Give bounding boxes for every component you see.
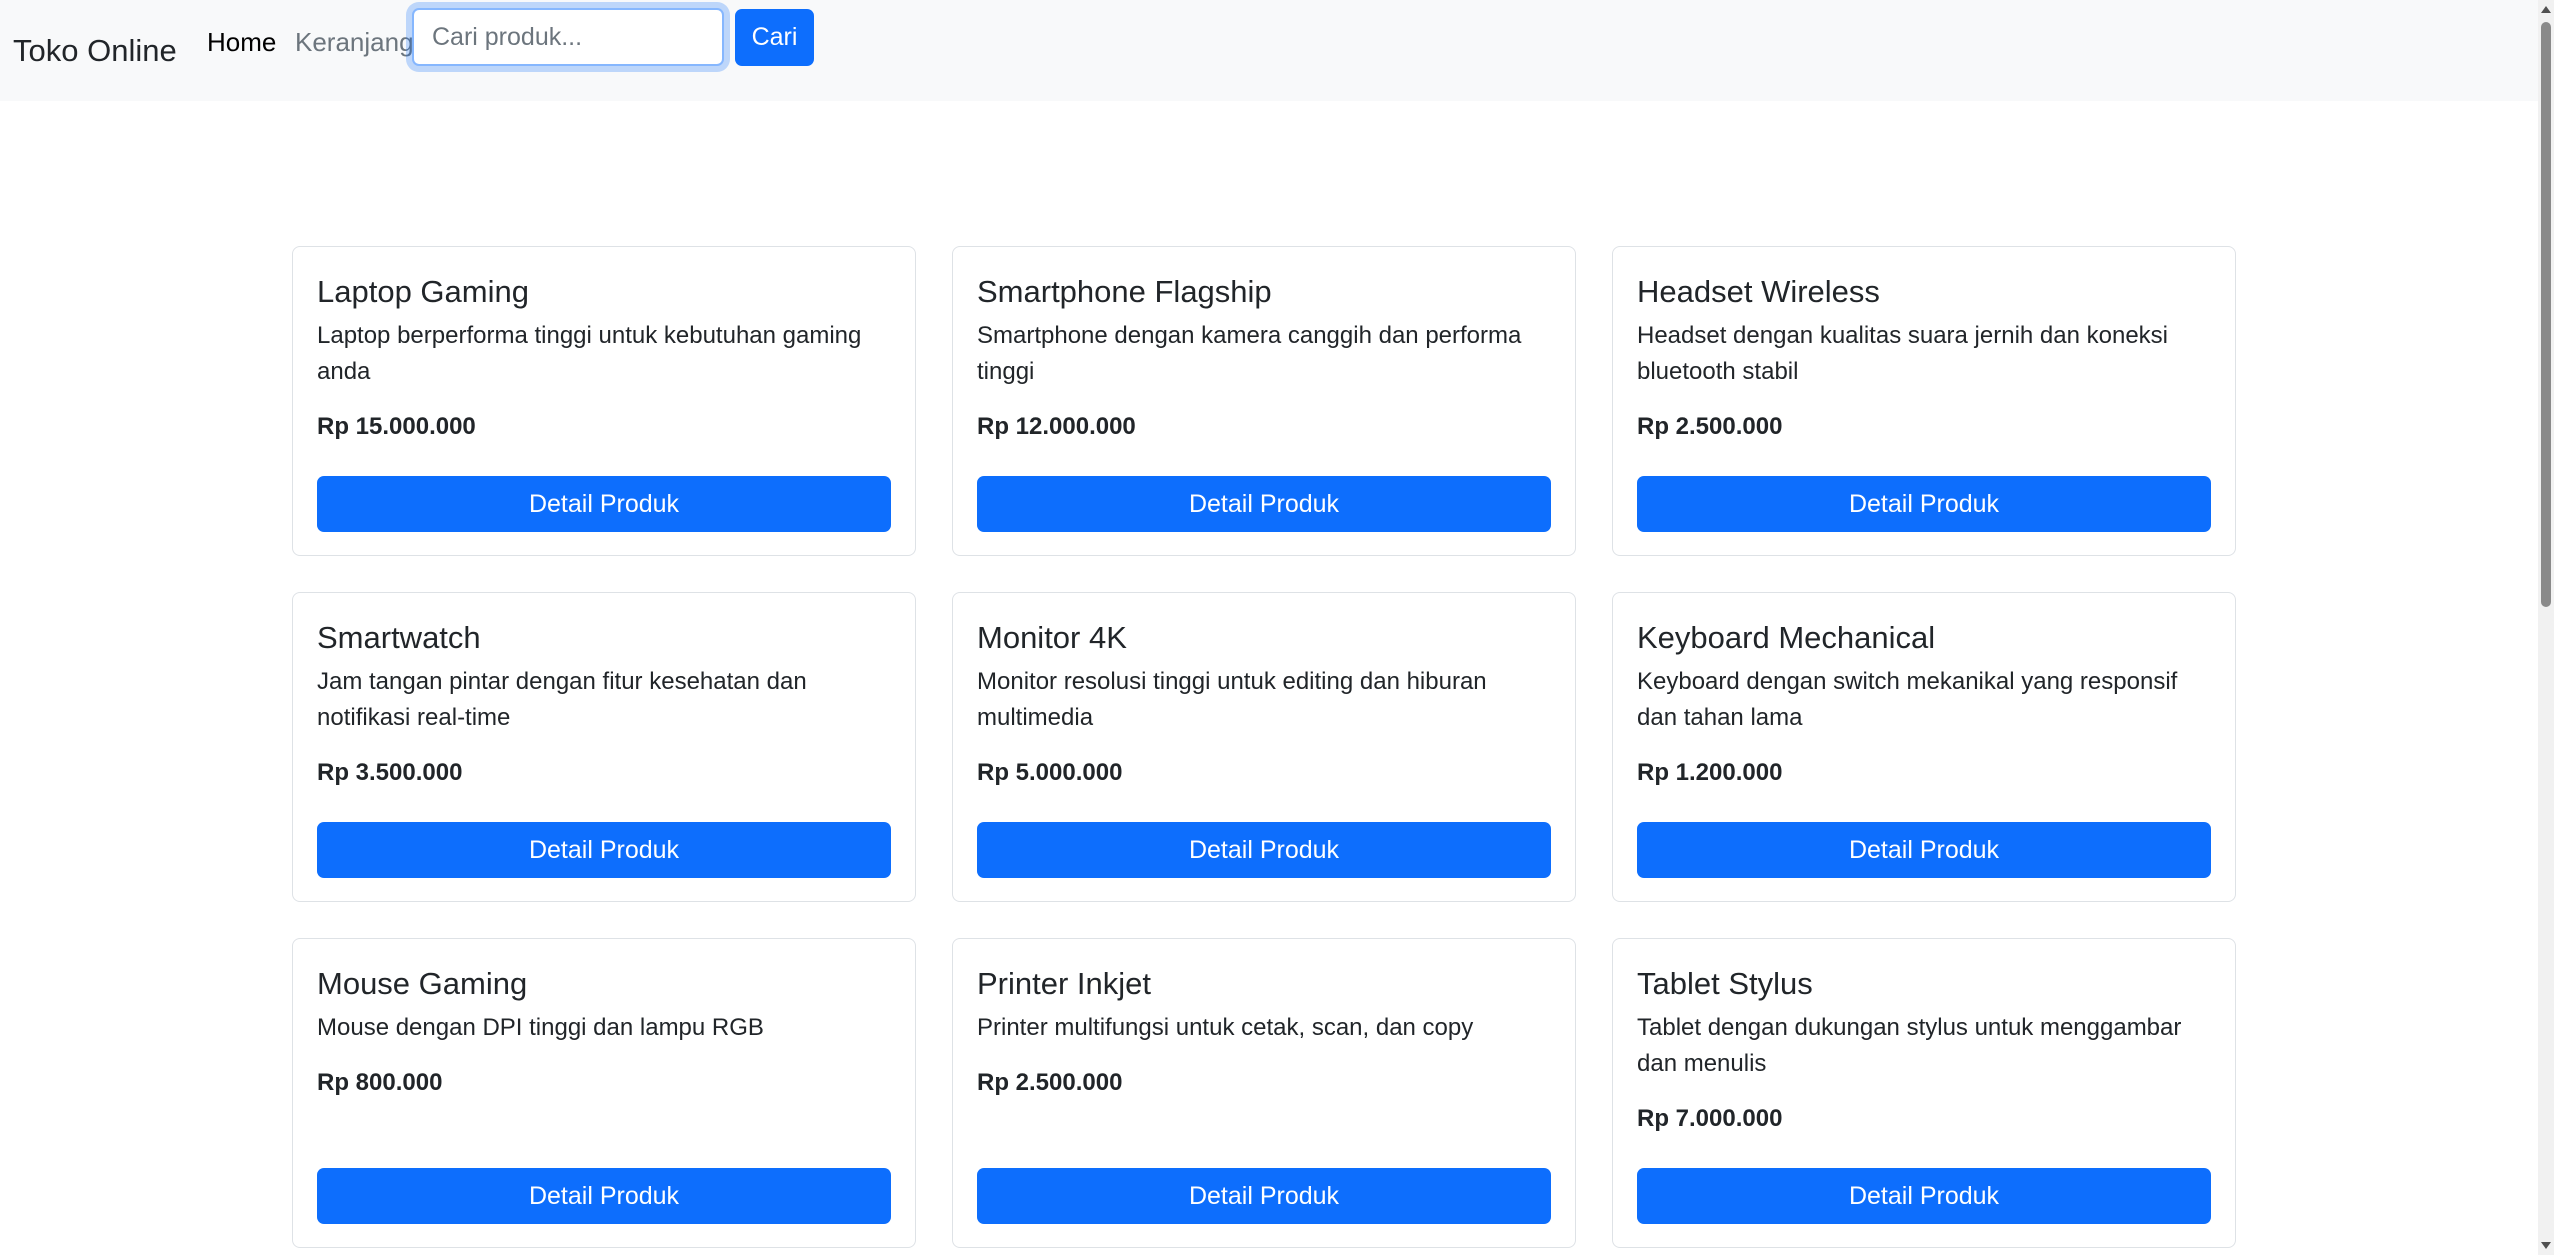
product-price: Rp 2.500.000 [977,1069,1123,1096]
product-description: Jam tangan pintar dengan fitur kesehatan… [317,668,807,731]
detail-product-button[interactable]: Detail Produk [977,1168,1551,1224]
product-card: Smartwatch Jam tangan pintar dengan fitu… [292,592,916,902]
product-description: Printer multifungsi untuk cetak, scan, d… [977,1014,1474,1041]
scrollbar-thumb[interactable] [2541,22,2551,607]
product-title: Smartwatch [317,620,481,655]
nav-link-home[interactable]: Home [207,24,276,60]
detail-product-button[interactable]: Detail Produk [1637,822,2211,878]
product-title: Mouse Gaming [317,966,528,1001]
search-button[interactable]: Cari [735,9,814,66]
product-price: Rp 1.200.000 [1637,759,1783,786]
nav-link-cart[interactable]: Keranjang [295,24,414,60]
product-description: Tablet dengan dukungan stylus untuk meng… [1637,1014,2182,1077]
scroll-up-arrow-icon[interactable] [2541,6,2551,13]
product-title: Monitor 4K [977,620,1127,655]
product-price: Rp 2.500.000 [1637,413,1783,440]
product-title: Smartphone Flagship [977,274,1272,309]
product-card: Headset Wireless Headset dengan kualitas… [1612,246,2236,556]
product-price: Rp 3.500.000 [317,759,463,786]
detail-product-button[interactable]: Detail Produk [317,1168,891,1224]
product-card: Smartphone Flagship Smartphone dengan ka… [952,246,1576,556]
product-card: Tablet Stylus Tablet dengan dukungan sty… [1612,938,2236,1248]
product-card: Laptop Gaming Laptop berperforma tinggi … [292,246,916,556]
product-title: Keyboard Mechanical [1637,620,1936,655]
product-card: Monitor 4K Monitor resolusi tinggi untuk… [952,592,1576,902]
detail-product-button[interactable]: Detail Produk [1637,476,2211,532]
detail-product-button[interactable]: Detail Produk [317,476,891,532]
detail-product-button[interactable]: Detail Produk [317,822,891,878]
product-price: Rp 7.000.000 [1637,1105,1783,1132]
product-card: Mouse Gaming Mouse dengan DPI tinggi dan… [292,938,916,1248]
product-card: Printer Inkjet Printer multifungsi untuk… [952,938,1576,1248]
product-price: Rp 12.000.000 [977,413,1136,440]
product-price: Rp 15.000.000 [317,413,476,440]
brand-logo[interactable]: Toko Online [13,30,177,72]
scroll-down-arrow-icon[interactable] [2541,1242,2551,1249]
product-title: Laptop Gaming [317,274,529,309]
product-grid: Laptop Gaming Laptop berperforma tinggi … [292,246,2236,1248]
product-price: Rp 5.000.000 [977,759,1123,786]
product-description: Mouse dengan DPI tinggi dan lampu RGB [317,1014,764,1041]
navbar: Toko Online Home Keranjang Cari [0,0,2538,101]
product-price: Rp 800.000 [317,1069,443,1096]
product-title: Printer Inkjet [977,966,1152,1001]
detail-product-button[interactable]: Detail Produk [977,822,1551,878]
product-title: Headset Wireless [1637,274,1880,309]
detail-product-button[interactable]: Detail Produk [1637,1168,2211,1224]
product-description: Smartphone dengan kamera canggih dan per… [977,322,1522,385]
search-input[interactable] [412,8,724,66]
product-description: Keyboard dengan switch mekanikal yang re… [1637,668,2178,731]
product-card: Keyboard Mechanical Keyboard dengan swit… [1612,592,2236,902]
product-description: Headset dengan kualitas suara jernih dan… [1637,322,2169,385]
product-title: Tablet Stylus [1637,966,1813,1001]
detail-product-button[interactable]: Detail Produk [977,476,1551,532]
product-description: Monitor resolusi tinggi untuk editing da… [977,668,1487,731]
vertical-scrollbar[interactable] [2538,0,2554,1255]
product-description: Laptop berperforma tinggi untuk kebutuha… [317,322,862,385]
page: Toko Online Home Keranjang Cari Laptop G… [0,0,2554,1255]
